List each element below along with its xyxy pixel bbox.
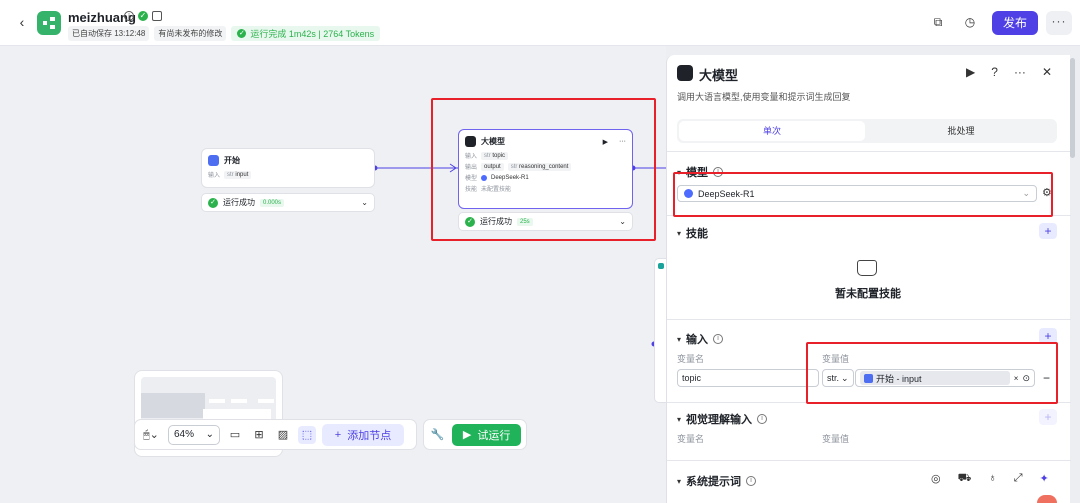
back-arrow-icon[interactable]: ‹ (14, 14, 30, 30)
image-icon[interactable]: ▨ (274, 426, 292, 444)
add-node-label: 添加节点 (347, 429, 392, 442)
start-input-chip: str input (224, 170, 252, 179)
layout-grid-icon[interactable]: ⊞ (250, 426, 268, 444)
comment-icon[interactable]: ▭ (226, 426, 244, 444)
info-icon[interactable]: i (124, 11, 134, 21)
success-check-icon: ✓ (208, 197, 218, 208)
mouse-mode-icon[interactable]: 🖱⌄ (140, 426, 162, 444)
info-icon[interactable]: i (713, 334, 724, 344)
start-node[interactable]: 开始 输入 str input (201, 148, 375, 188)
close-icon[interactable]: ✕ (1042, 65, 1052, 79)
start-status-label: 运行成功 (223, 198, 255, 207)
caret-down-icon: ▾ (677, 334, 682, 344)
vision-name-column-label: 变量名 (677, 434, 705, 444)
zoom-select[interactable]: 64% ⌄ (168, 424, 220, 445)
try-run-button[interactable]: ▶ 试运行 (452, 423, 521, 446)
chevron-down-icon[interactable]: ⌄ (361, 198, 368, 207)
info-icon[interactable]: i (746, 476, 757, 486)
run-status-text: 运行完成 1m42s | 2764 Tokens (250, 29, 375, 39)
start-input-name: input (235, 171, 249, 178)
run-toolbar: 🔧 ▶ 试运行 (423, 419, 527, 450)
autosave-tag: 已自动保存 13:12:48 (68, 26, 150, 41)
llm-panel-icon (677, 65, 693, 81)
vision-section-header[interactable]: ▾ 视觉理解输入 i (677, 411, 768, 427)
node-config-panel: 大模型 ▶ ? ··· ✕ 调用大语言模型,使用变量和提示词生成回复 单次 批处… (666, 55, 1071, 503)
empty-skills-icon (857, 260, 877, 276)
vision-value-column-label: 变量值 (822, 434, 850, 444)
highlight-box-var-value (806, 342, 1058, 404)
panel-scrollbar[interactable] (1070, 58, 1075, 158)
highlight-box-model (673, 172, 1053, 217)
start-input-type: str (227, 171, 234, 178)
edit-icon[interactable] (152, 11, 162, 21)
more-dots-icon[interactable]: ··· (1014, 65, 1026, 79)
add-skill-button[interactable]: + (1039, 223, 1057, 239)
input-section-header[interactable]: ▾ 输入 i (677, 331, 724, 347)
canvas-toolbar: 🖱⌄ 64% ⌄ ▭ ⊞ ▨ ⬚ + 添加节点 (134, 419, 417, 450)
unpublished-tag: 有尚未发布的修改 (154, 26, 227, 41)
start-node-icon (208, 155, 219, 166)
vision-section-title: 视觉理解输入 (686, 414, 753, 426)
ai-sparkle-icon[interactable]: ✦ (1040, 472, 1049, 486)
more-options-button[interactable]: ··· (1046, 11, 1072, 35)
divider (667, 460, 1071, 461)
info-icon[interactable]: i (757, 414, 768, 424)
play-icon: ▶ (462, 429, 472, 441)
input-section-title: 输入 (686, 334, 709, 346)
system-prompt-section-title: 系统提示词 (686, 476, 742, 488)
try-run-label: 试运行 (477, 429, 511, 442)
var-name-value: topic (682, 373, 702, 383)
publish-button[interactable]: 发布 (992, 11, 1038, 35)
expand-icon[interactable]: ⤢ (1014, 472, 1023, 486)
help-icon[interactable]: ? (991, 65, 998, 79)
var-name-column-label: 变量名 (677, 354, 705, 364)
partial-node[interactable] (654, 258, 666, 403)
tab-single[interactable]: 单次 (679, 121, 865, 141)
var-name-input[interactable]: topic (677, 369, 819, 387)
history-clock-icon[interactable]: ◷ (963, 15, 977, 29)
skills-section-title: 技能 (686, 228, 709, 240)
start-status-time: 0.000s (260, 198, 285, 207)
skills-empty-text: 暂未配置技能 (835, 288, 901, 300)
chevron-down-icon: ⌄ (205, 429, 214, 440)
caret-down-icon: ▾ (677, 228, 682, 238)
compass-icon[interactable]: ◎ (931, 472, 941, 486)
add-node-button[interactable]: + 添加节点 (322, 423, 404, 446)
run-mode-tabs: 单次 批处理 (677, 119, 1057, 143)
wrench-icon[interactable]: 🔧 (429, 426, 446, 444)
panel-description: 调用大语言模型,使用变量和提示词生成回复 (677, 92, 851, 102)
verified-check-icon: ✓ (138, 11, 148, 21)
partial-node-icon (658, 263, 664, 269)
divider (667, 151, 1071, 152)
play-icon[interactable]: ▶ (966, 65, 975, 79)
start-status-card[interactable]: ✓ 运行成功 0.000s ⌄ (201, 193, 375, 212)
workflow-canvas[interactable]: 开始 输入 str input ✓ 运行成功 0.000s ⌄ 大模型 ▶ ··… (0, 46, 666, 503)
copy-icon[interactable]: ⧉ (931, 15, 945, 29)
car-icon[interactable]: ⛟ (958, 472, 972, 486)
plus-icon: + (334, 428, 342, 441)
system-prompt-section-header[interactable]: ▾ 系统提示词 i (677, 473, 757, 489)
floating-assistant-icon[interactable] (1037, 495, 1057, 503)
app-logo-icon (37, 11, 61, 35)
start-input-label: 输入 (208, 173, 221, 179)
add-vision-input-button[interactable]: + (1039, 409, 1057, 425)
zoom-value: 64% (174, 429, 195, 440)
success-check-icon: ✓ (237, 29, 247, 38)
caret-down-icon: ▾ (677, 476, 682, 486)
skills-section-header[interactable]: ▾ 技能 (677, 225, 708, 241)
select-mode-icon[interactable]: ⬚ (298, 425, 316, 444)
highlight-box-llm-node (431, 98, 656, 241)
run-status-badge: ✓ 运行完成 1m42s | 2764 Tokens (231, 26, 381, 41)
lightbulb-icon[interactable]: ♁ (988, 472, 996, 486)
caret-down-icon: ▾ (677, 414, 682, 424)
top-bar: ‹ meizhuang i ✓ 已自动保存 13:12:48 有尚未发布的修改 … (0, 0, 1080, 46)
panel-title: 大模型 (699, 68, 739, 83)
tab-batch[interactable]: 批处理 (867, 121, 1055, 141)
divider (667, 319, 1071, 320)
start-node-title: 开始 (224, 156, 240, 165)
